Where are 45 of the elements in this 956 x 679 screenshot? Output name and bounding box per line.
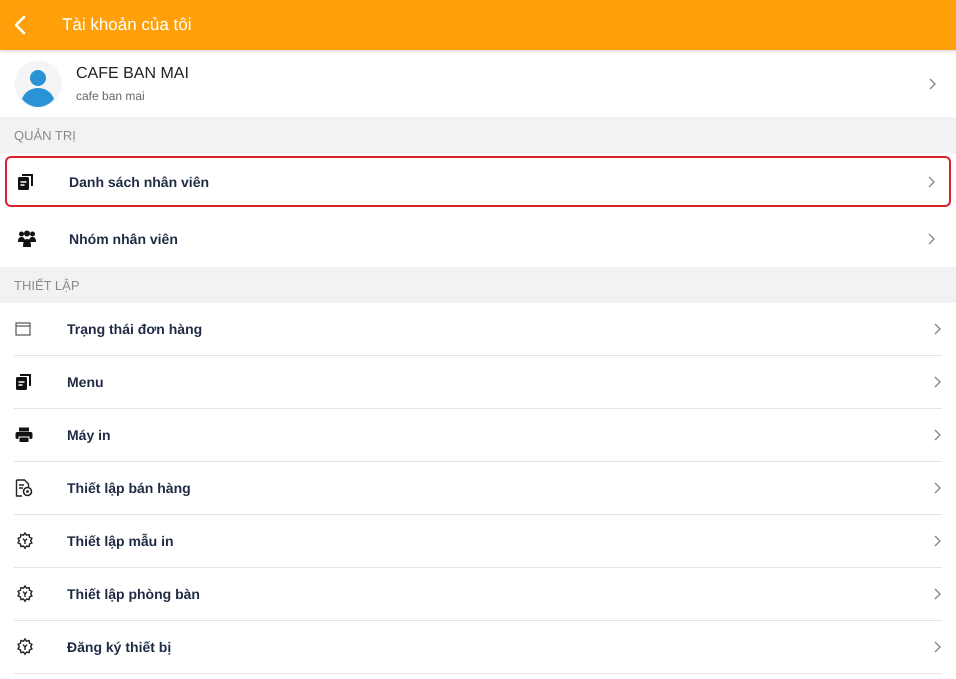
chevron-right-icon xyxy=(933,588,941,600)
gear-icon xyxy=(15,584,35,604)
chevron-right-icon xyxy=(933,323,941,335)
documents-icon xyxy=(17,172,35,190)
chevron-right-icon xyxy=(933,429,941,441)
chevron-right-icon xyxy=(927,232,935,244)
menu-item-label: Thiết lập mẫu in xyxy=(67,533,175,549)
gear-icon xyxy=(15,531,35,551)
menu-item-label: Thiết lập bán hàng xyxy=(67,480,192,496)
menu-item[interactable]: Danh sách nhân viên xyxy=(5,156,951,207)
menu-item-label: Danh sách nhân viên xyxy=(69,174,210,190)
section-header: QUẢN TRỊ xyxy=(0,117,956,153)
menu-item[interactable]: Đăng ký thiết bị xyxy=(14,621,942,674)
chevron-right-icon xyxy=(933,535,941,547)
section-header: THIẾT LẬP xyxy=(0,267,956,303)
menu-item[interactable]: Thiết lập mẫu in xyxy=(14,515,942,568)
menu-item[interactable]: Trạng thái đơn hàng xyxy=(14,303,942,356)
window-icon xyxy=(15,322,31,336)
chevron-left-icon xyxy=(13,15,27,35)
documents-icon xyxy=(15,373,33,391)
menu-item[interactable]: Nhóm nhân viên xyxy=(5,213,951,264)
page-title: Tài khoản của tôi xyxy=(62,15,192,35)
menu-item[interactable]: Menu xyxy=(14,356,942,409)
menu-item-label: Trạng thái đơn hàng xyxy=(67,321,204,337)
menu-item-label: Máy in xyxy=(67,427,112,443)
menu-item-label: Nhóm nhân viên xyxy=(69,230,179,246)
people-icon xyxy=(17,230,37,248)
chevron-right-icon xyxy=(928,78,936,90)
chevron-right-icon xyxy=(933,482,941,494)
account-name: CAFE BAN MAI xyxy=(76,64,190,82)
account-subtitle: cafe ban mai xyxy=(76,88,146,102)
chevron-right-icon xyxy=(933,641,941,653)
avatar-icon xyxy=(14,60,62,108)
chevron-right-icon xyxy=(927,176,935,188)
profile-row[interactable]: CAFE BAN MAI cafe ban mai xyxy=(0,50,956,117)
file-gear-icon xyxy=(15,479,33,497)
menu-item[interactable]: Thiết lập phòng bàn xyxy=(14,568,942,621)
chevron-right-icon xyxy=(933,376,941,388)
menu-item[interactable]: Thiết lập bán hàng xyxy=(14,462,942,515)
gear-icon xyxy=(15,637,35,657)
printer-icon xyxy=(15,427,33,443)
menu-item-label: Menu xyxy=(67,374,105,390)
menu-item[interactable]: Máy in xyxy=(14,409,942,462)
menu-item-label: Thiết lập phòng bàn xyxy=(67,586,201,602)
menu-item-label: Đăng ký thiết bị xyxy=(67,639,172,655)
